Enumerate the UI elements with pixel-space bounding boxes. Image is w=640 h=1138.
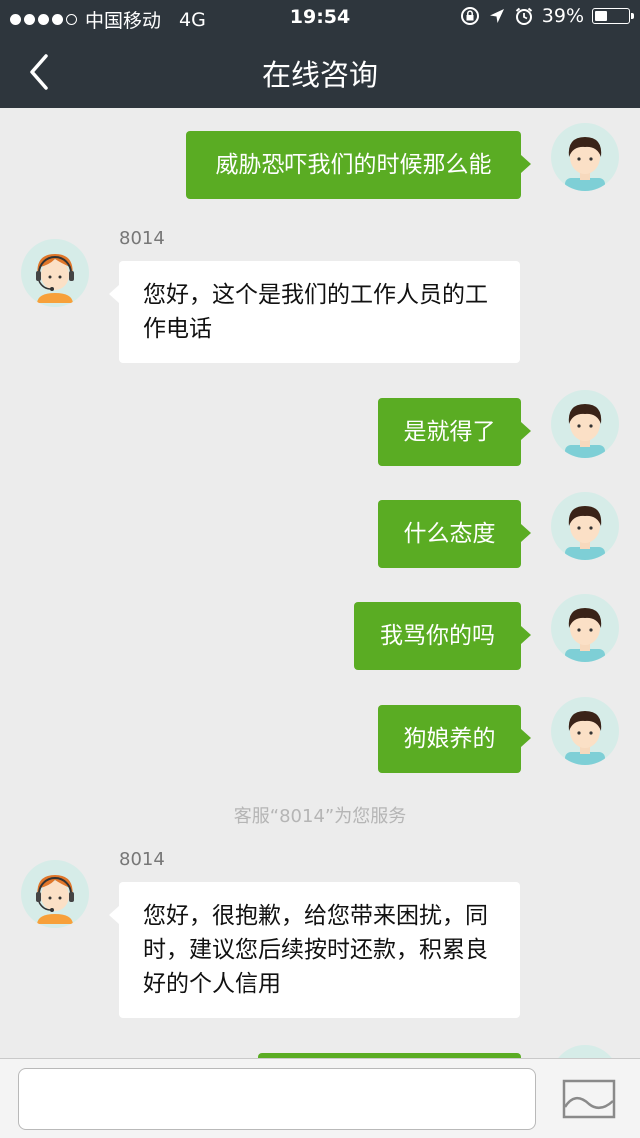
user-avatar[interactable] <box>551 697 619 765</box>
chat-list[interactable]: 威胁恐吓我们的时候那么能 8014 您好，这个是我们的工作人员的工作电话 是就得… <box>0 108 640 1058</box>
user-avatar[interactable] <box>551 390 619 458</box>
outgoing-message[interactable]: 狗娘养的 <box>378 705 531 773</box>
user-avatar[interactable] <box>551 123 619 191</box>
user-avatar[interactable] <box>551 1045 619 1058</box>
agent-avatar[interactable] <box>21 239 89 307</box>
outgoing-message[interactable]: 威胁恐吓我们的时候那么能 <box>186 131 531 199</box>
outgoing-message[interactable]: 是就得了 <box>378 398 531 466</box>
incoming-message[interactable]: 您好，这个是我们的工作人员的工作电话 <box>109 261 520 363</box>
status-bar: 中国移动 4G 19:54 39% <box>0 0 640 36</box>
incoming-message[interactable]: 您好，很抱歉，给您带来困扰，同时，建议您后续按时还款，积累良好的个人信用 <box>109 882 520 1018</box>
location-arrow-icon <box>489 9 504 23</box>
alarm-icon <box>515 7 532 25</box>
nav-bar: 在线咨询 <box>0 36 640 108</box>
battery-icon <box>592 8 634 24</box>
input-bar <box>0 1058 640 1138</box>
image-icon[interactable] <box>562 1079 616 1119</box>
message-input[interactable] <box>18 1068 536 1130</box>
user-avatar[interactable] <box>551 492 619 560</box>
page-title: 在线咨询 <box>261 58 378 92</box>
outgoing-message[interactable]: 什么态度 <box>378 500 531 568</box>
user-avatar[interactable] <box>551 594 619 662</box>
outgoing-message[interactable]: 我骂你的吗 <box>354 602 531 670</box>
sender-id: 8014 <box>119 849 165 870</box>
service-notice: 客服“8014”为您服务 <box>233 806 407 827</box>
status-right: 39% <box>460 5 634 27</box>
battery-percent: 39% <box>541 5 584 27</box>
agent-avatar[interactable] <box>21 860 89 928</box>
rotation-lock-icon <box>460 7 479 25</box>
sender-id: 8014 <box>119 228 165 249</box>
